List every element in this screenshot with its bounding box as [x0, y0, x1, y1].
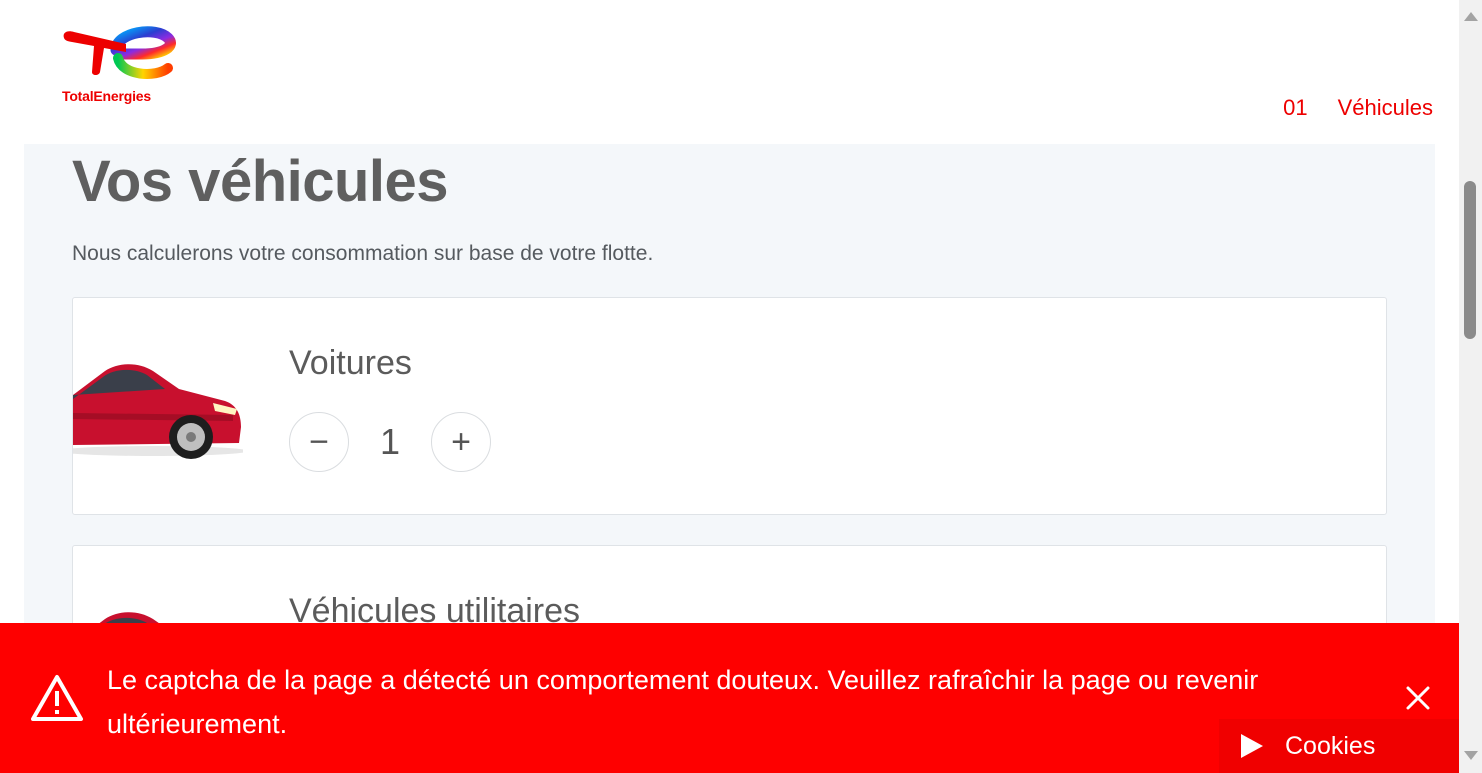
cookies-button[interactable]: Cookies — [1219, 719, 1459, 773]
page-title: Vos véhicules — [72, 149, 449, 214]
scroll-down-arrow-icon[interactable] — [1464, 751, 1478, 760]
car-image — [73, 364, 243, 459]
increment-button[interactable]: + — [431, 412, 491, 472]
brand-logo-mark — [63, 26, 176, 79]
vehicle-label-cars: Voitures — [289, 344, 412, 382]
page-scrollbar[interactable] — [1459, 0, 1482, 773]
quantity-value: 1 — [379, 421, 401, 462]
brand-logo[interactable]: TotalEnergies — [60, 24, 180, 108]
step-number: 01 — [1283, 95, 1308, 120]
scrollbar-thumb[interactable] — [1464, 181, 1476, 339]
cookies-label: Cookies — [1285, 731, 1376, 760]
alert-message: Le captcha de la page a détecté un compo… — [107, 665, 1259, 739]
vehicle-card-cars: Voitures − 1 + — [72, 297, 1387, 515]
close-icon[interactable] — [1405, 685, 1431, 711]
page-subtitle: Nous calculerons votre consommation sur … — [72, 242, 654, 265]
captcha-alert-banner: Le captcha de la page a détecté un compo… — [0, 623, 1459, 773]
quantity-stepper: − 1 + — [289, 412, 491, 472]
brand-name: TotalEnergies — [62, 88, 151, 104]
step-navigation: 01 Véhicules — [1283, 95, 1433, 121]
decrement-button[interactable]: − — [289, 412, 349, 472]
step-label[interactable]: Véhicules — [1338, 95, 1433, 121]
warning-icon — [31, 675, 83, 721]
play-icon — [1241, 734, 1263, 758]
scroll-up-arrow-icon[interactable] — [1464, 12, 1478, 21]
